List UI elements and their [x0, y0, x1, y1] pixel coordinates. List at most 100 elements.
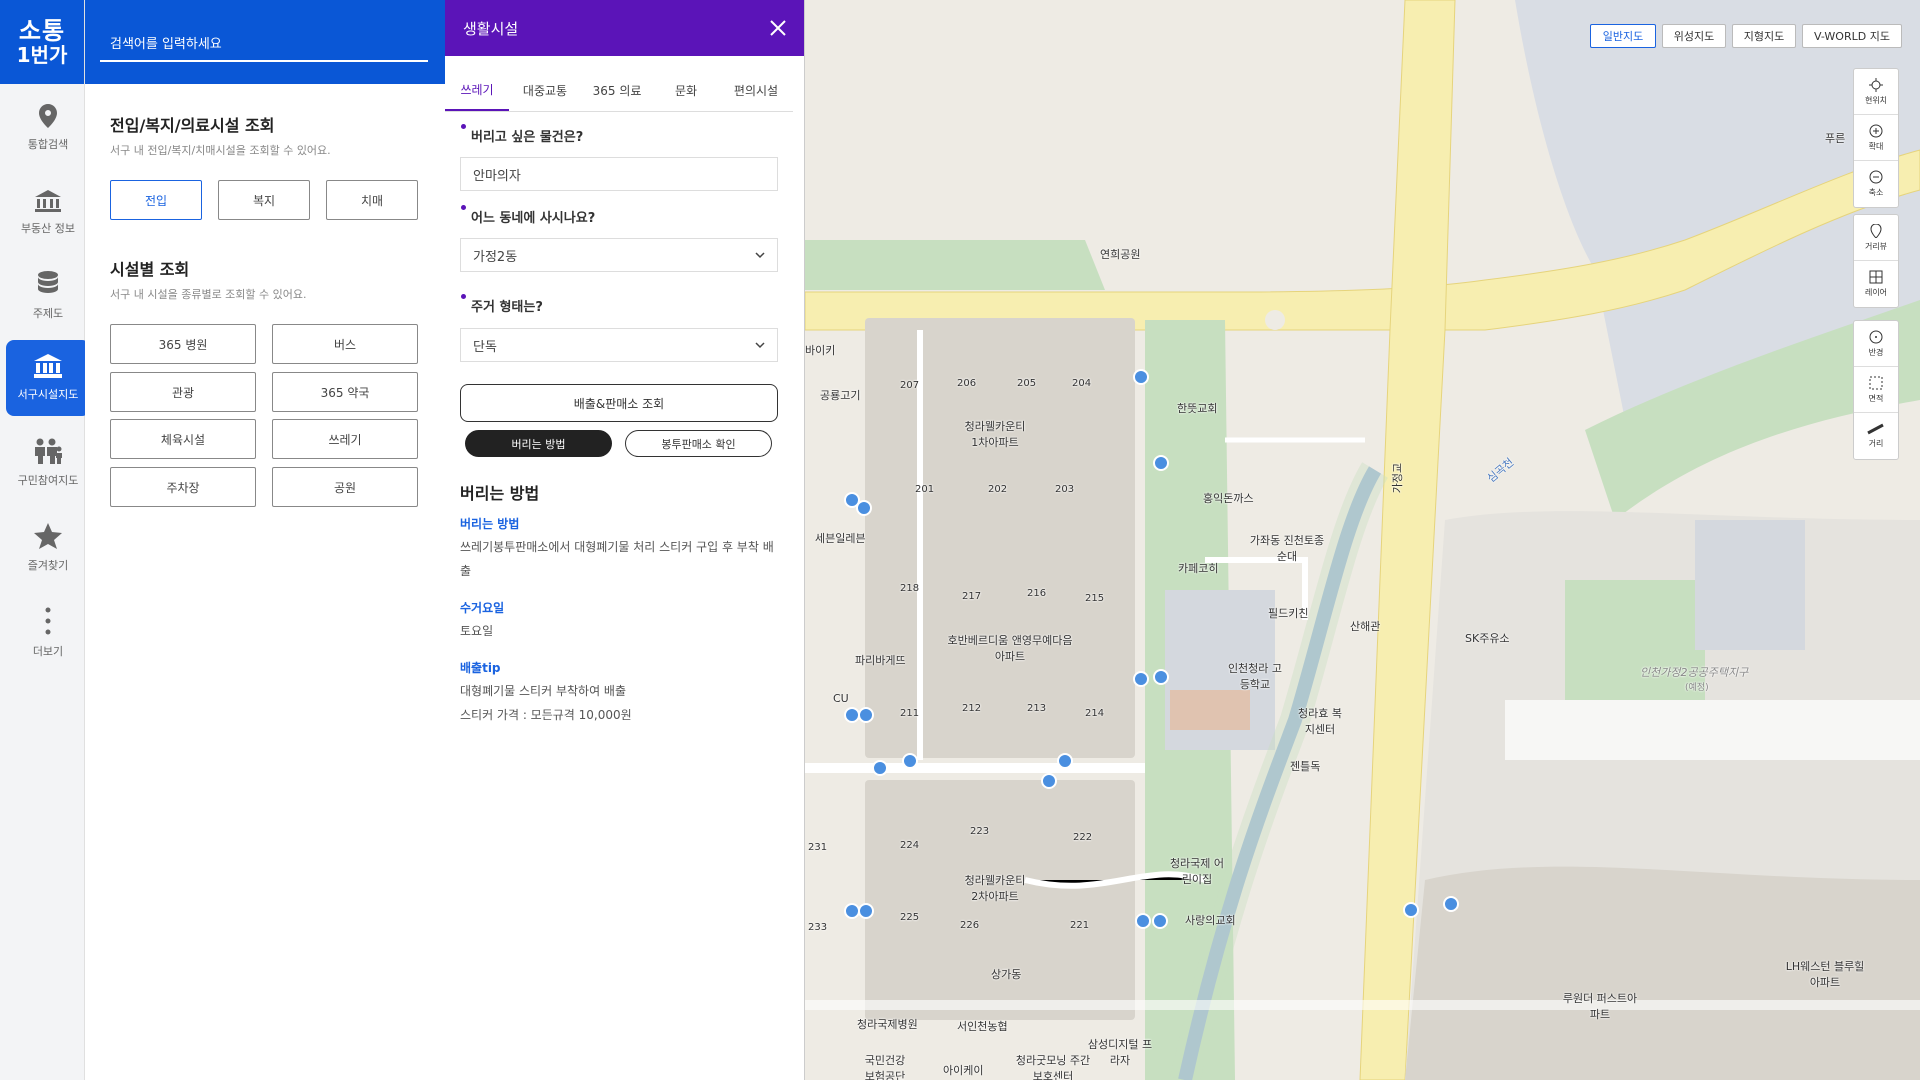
facility-panel: 전입/복지/의료시설 조회 서구 내 전입/복지/치매시설을 조회할 수 있어요…: [85, 84, 445, 1080]
map-type-normal[interactable]: 일반지도: [1590, 24, 1656, 48]
living-facilities-panel: 생활시설 쓰레기 대중교통 365 의료 문화 편의시설 버리고 싶은 물건은?…: [445, 0, 805, 1080]
bus-stop-icon[interactable]: [858, 903, 874, 919]
bus-stop-icon[interactable]: [1135, 913, 1151, 929]
bus-stop-icon[interactable]: [1153, 455, 1169, 471]
map-base: [805, 0, 1920, 1080]
building-number: 221: [1070, 920, 1090, 931]
map-label: 호반베르디움 앤영무예다음아파트: [947, 634, 1073, 663]
welfare-button[interactable]: 복지: [218, 180, 310, 220]
building-number: 212: [962, 703, 982, 714]
map-controls-zoom: 현위치 확대 축소: [1853, 68, 1899, 208]
building-number: 218: [900, 583, 920, 594]
building-number: 231: [808, 842, 828, 853]
bus-stop-icon[interactable]: [1152, 913, 1168, 929]
move-in-button[interactable]: 전입: [110, 180, 202, 220]
current-location-button[interactable]: 현위치: [1854, 69, 1898, 115]
section-desc-welfare: 서구 내 전입/복지/치매시설을 조회할 수 있어요.: [110, 144, 331, 157]
rail-item-real-estate[interactable]: 부동산 정보: [6, 175, 90, 251]
tab-convenience[interactable]: 편의시설: [719, 70, 793, 111]
question-item: 버리고 싶은 물건은?: [460, 124, 583, 145]
housing-value: 단독: [473, 339, 497, 355]
tab-medical-365[interactable]: 365 의료: [581, 70, 653, 111]
bus-stop-icon[interactable]: [1153, 669, 1169, 685]
bus-stop-icon[interactable]: [1057, 753, 1073, 769]
layer-button[interactable]: 레이어: [1854, 261, 1898, 307]
section-desc-facility: 서구 내 시설을 종류별로 조회할 수 있어요.: [110, 288, 307, 301]
area-icon: [1869, 376, 1883, 389]
radius-button[interactable]: 반경: [1854, 321, 1898, 367]
map-type-terrain[interactable]: 지형지도: [1732, 24, 1796, 48]
map-canvas[interactable]: 일반지도 위성지도 지형지도 V-WORLD 지도 연희공원 한뜻교회 청라웰카…: [805, 0, 1920, 1080]
map-label: 청라국제 어린이집: [1169, 857, 1225, 886]
area-button[interactable]: 면적: [1854, 367, 1898, 413]
close-icon[interactable]: [770, 20, 786, 36]
rail-item-favorites[interactable]: 즐겨찾기: [6, 510, 90, 586]
street-view-button[interactable]: 거리뷰: [1854, 215, 1898, 261]
building-number: 204: [1072, 378, 1092, 389]
zoom-out-button[interactable]: 축소: [1854, 161, 1898, 207]
category-tabs: 쓰레기 대중교통 365 의료 문화 편의시설: [445, 70, 793, 112]
bank-building-icon: [35, 190, 61, 212]
dementia-button[interactable]: 치매: [326, 180, 418, 220]
tourism-button[interactable]: 관광: [110, 372, 256, 412]
map-label: 산해관: [1350, 620, 1381, 633]
rail-item-citizen-map[interactable]: 구민참여지도: [6, 425, 90, 501]
building-number: 217: [962, 591, 982, 602]
pharmacy-365-button[interactable]: 365 약국: [272, 372, 418, 412]
tab-culture[interactable]: 문화: [653, 70, 719, 111]
bus-stop-icon[interactable]: [858, 707, 874, 723]
tip-line2: 스티커 가격 : 모든규격 10,000원: [460, 708, 632, 722]
housing-select[interactable]: 단독: [460, 328, 778, 362]
disposal-method-button[interactable]: 버리는 방법: [465, 430, 612, 457]
building-number: 211: [900, 708, 920, 719]
logo-line2: 1번가: [16, 43, 68, 67]
rail-item-integrated-search[interactable]: 통합검색: [6, 90, 90, 166]
rail-item-theme-map[interactable]: 주제도: [6, 258, 90, 334]
park-button[interactable]: 공원: [272, 467, 418, 507]
bus-stop-icon[interactable]: [1403, 902, 1419, 918]
section-title-facility: 시설별 조회: [110, 260, 190, 279]
rail-item-facility-map[interactable]: 서구시설지도: [6, 340, 90, 416]
search-input[interactable]: [100, 28, 428, 62]
living-facilities-header: 생활시설: [445, 0, 804, 56]
bus-stop-icon[interactable]: [872, 760, 888, 776]
bus-stop-icon[interactable]: [1133, 671, 1149, 687]
bus-stop-icon[interactable]: [856, 500, 872, 516]
tab-trash[interactable]: 쓰레기: [445, 70, 509, 111]
bus-stop-icon[interactable]: [1133, 369, 1149, 385]
neighborhood-value: 가정2동: [473, 249, 518, 265]
bus-stop-icon[interactable]: [1443, 896, 1459, 912]
neighborhood-select[interactable]: 가정2동: [460, 238, 778, 272]
rail-label: 즐겨찾기: [27, 559, 69, 572]
map-label: LH웨스턴 블루힐아파트: [1785, 960, 1865, 989]
query-disposal-button[interactable]: 배출&판매소 조회: [460, 384, 778, 422]
bag-shop-button[interactable]: 봉투판매소 확인: [625, 430, 772, 457]
institution-icon: [34, 354, 62, 378]
map-type-vworld[interactable]: V-WORLD 지도: [1802, 24, 1902, 48]
bus-stop-icon[interactable]: [1041, 773, 1057, 789]
trash-button[interactable]: 쓰레기: [272, 419, 418, 459]
zoom-in-button[interactable]: 확대: [1854, 115, 1898, 161]
item-input[interactable]: 안마의자: [460, 157, 778, 191]
info-title: 버리는 방법: [460, 484, 540, 503]
rail-item-more[interactable]: 더보기: [6, 595, 90, 671]
parking-button[interactable]: 주차장: [110, 467, 256, 507]
building-number: 207: [900, 380, 920, 391]
bus-stop-icon[interactable]: [902, 753, 918, 769]
map-label: (예정): [1685, 683, 1709, 693]
bus-button[interactable]: 버스: [272, 324, 418, 364]
map-label: 세븐일레븐: [815, 532, 866, 545]
rail-label: 주제도: [32, 307, 64, 320]
map-type-satellite[interactable]: 위성지도: [1662, 24, 1726, 48]
app-logo[interactable]: 소통 1번가: [0, 0, 84, 84]
sports-facility-button[interactable]: 체육시설: [110, 419, 256, 459]
distance-button[interactable]: 거리: [1854, 413, 1898, 459]
tip-line1: 대형폐기물 스티커 부착하여 배출: [460, 684, 627, 698]
map-pin-icon: [39, 104, 57, 128]
map-label: 상가동: [991, 968, 1022, 981]
rail-label: 구민참여지도: [17, 474, 79, 487]
map-label: 푸른: [1825, 132, 1846, 145]
tab-public-transit[interactable]: 대중교통: [509, 70, 581, 111]
map-label: 홍익돈까스: [1203, 492, 1254, 505]
hospital-365-button[interactable]: 365 병원: [110, 324, 256, 364]
